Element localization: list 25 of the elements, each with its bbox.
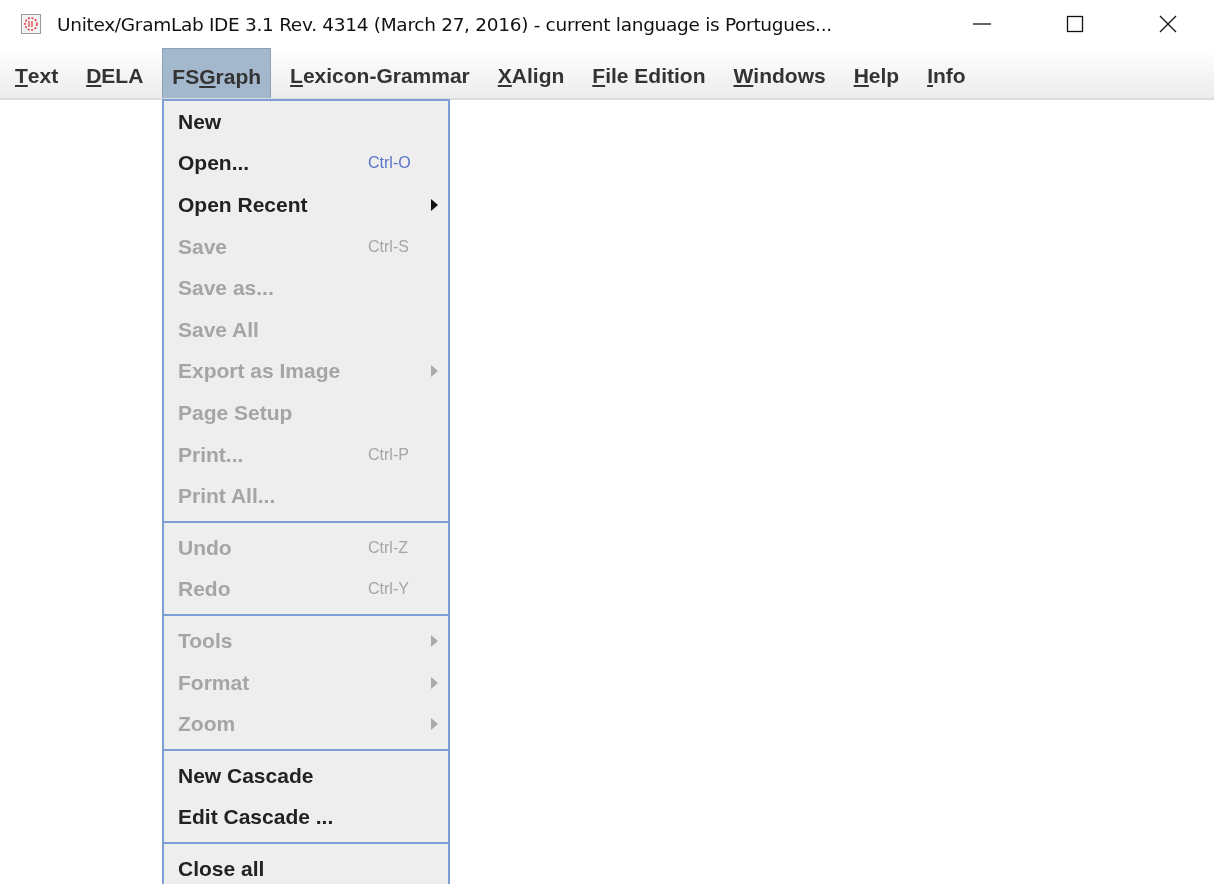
menu-item[interactable]: XAlign	[488, 48, 574, 98]
menu-item[interactable]: DELA	[77, 48, 153, 98]
menu-entry[interactable]: New	[164, 101, 448, 143]
menu-entry[interactable]: Open... Ctrl-O	[164, 142, 448, 185]
shortcut-label: Ctrl-S	[368, 237, 409, 256]
menu-item[interactable]: Help	[844, 48, 909, 98]
maximize-icon	[1064, 14, 1085, 34]
window-title: Unitex/GramLab IDE 3.1 Rev. 4314 (March 27, 2016) - current language is Portugues...	[57, 13, 832, 35]
shortcut-label: Ctrl-P	[368, 445, 409, 464]
menu-entry[interactable]: Edit Cascade ...	[164, 796, 448, 839]
menu-item[interactable]: Lexicon-Grammar	[281, 48, 479, 98]
close-icon	[1157, 14, 1178, 34]
app-icon	[21, 14, 41, 34]
menu-item[interactable]: Windows	[724, 48, 835, 98]
menu-item[interactable]: File Edition	[583, 48, 715, 98]
menu-entry[interactable]: Close all	[164, 848, 448, 884]
minimize-icon	[972, 23, 991, 25]
shortcut-label: Ctrl-O	[368, 154, 411, 173]
menu-item[interactable]: Text	[6, 48, 68, 98]
menu-item[interactable]: FSGraph	[162, 48, 272, 98]
menu-item[interactable]: Info	[918, 48, 975, 98]
shortcut-label: Ctrl-Z	[368, 538, 408, 557]
shortcut-label: Ctrl-Y	[368, 580, 409, 599]
menu-entry[interactable]: Open Recent	[164, 184, 448, 226]
menu-entry[interactable]: New Cascade	[164, 754, 448, 797]
